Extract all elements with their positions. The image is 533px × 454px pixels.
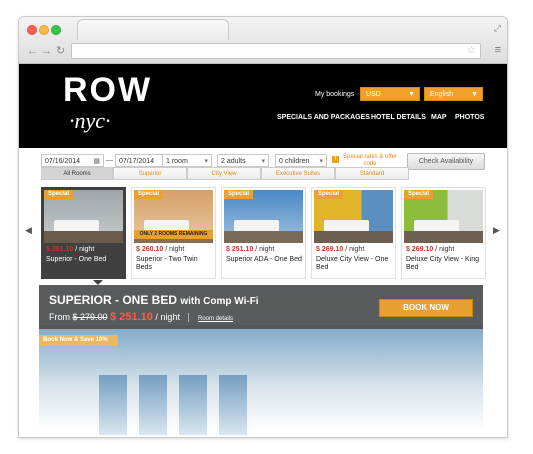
bookmark-star-icon[interactable]: ☆ bbox=[467, 44, 476, 58]
address-bar[interactable]: ☆ bbox=[71, 43, 481, 59]
carousel-next-icon[interactable]: ▶ bbox=[493, 225, 500, 236]
room-card-superior-one-bed[interactable]: Special $ 251.10 / night Superior - One … bbox=[41, 187, 126, 285]
adults-value: 2 adults bbox=[221, 158, 246, 165]
room-price: $ 269.10 / night bbox=[316, 246, 365, 253]
currency-value: USD bbox=[366, 91, 381, 98]
tab-superior[interactable]: Superior bbox=[113, 167, 187, 180]
room-type-tabs: All Rooms Superior City View Executive S… bbox=[41, 167, 412, 180]
special-badge: Special bbox=[134, 190, 164, 199]
currency-select[interactable]: USD ▼ bbox=[360, 87, 420, 101]
room-card-superior-two-twin[interactable]: Special ONLY 2 ROOMS REMAINING $ 260.10 … bbox=[131, 187, 216, 279]
tab-standard[interactable]: Standard bbox=[335, 167, 409, 180]
room-price: $ 251.10 / night bbox=[226, 246, 275, 253]
forward-arrow-icon[interactable]: → bbox=[41, 45, 52, 57]
site-header: ROW ·nyc· My bookings USD ▼ English ▼ SP… bbox=[19, 64, 507, 148]
room-card-deluxe-king[interactable]: Special $ 269.10 / night Deluxe City Vie… bbox=[401, 187, 486, 279]
children-value: 0 children bbox=[279, 158, 310, 165]
room-details-link[interactable]: Room details bbox=[198, 316, 233, 322]
date-separator: — bbox=[106, 157, 113, 164]
browser-tab[interactable] bbox=[77, 19, 229, 40]
close-window-button[interactable] bbox=[27, 25, 37, 35]
logo-row[interactable]: ROW bbox=[63, 72, 152, 108]
my-bookings-link[interactable]: My bookings bbox=[315, 91, 354, 98]
room-name: Superior ADA - One Bed bbox=[226, 256, 302, 263]
maximize-window-button[interactable] bbox=[51, 25, 61, 35]
special-rates-link[interactable]: Special rates & offer code bbox=[337, 154, 403, 168]
menu-icon[interactable]: ≡ bbox=[495, 43, 501, 57]
old-price: $ 279.00 bbox=[72, 312, 108, 322]
room-detail-panel: SUPERIOR - ONE BED with Comp Wi-Fi From … bbox=[39, 285, 483, 437]
room-card-superior-ada[interactable]: Special $ 251.10 / night Superior ADA - … bbox=[221, 187, 306, 279]
room-price: $ 260.10 / night bbox=[136, 246, 185, 253]
nav-hotel-details[interactable]: HOTEL DETAILS bbox=[371, 114, 426, 121]
room-summary-bar: SUPERIOR - ONE BED with Comp Wi-Fi From … bbox=[39, 285, 483, 329]
tab-all-rooms[interactable]: All Rooms bbox=[41, 167, 113, 180]
carousel-prev-icon[interactable]: ◀ bbox=[25, 225, 32, 236]
browser-window: ⤢ ← → ↻ ☆ ≡ ROW ·nyc· My bookings USD ▼ … bbox=[18, 16, 508, 438]
nav-map[interactable]: MAP bbox=[431, 114, 447, 121]
book-now-button[interactable]: BOOK NOW bbox=[379, 299, 473, 317]
room-card-deluxe-one-bed[interactable]: Special $ 269.10 / night Deluxe City Vie… bbox=[311, 187, 396, 279]
rooms-value: 1 room bbox=[166, 158, 188, 165]
save-ribbon: Book Now & Save 10% bbox=[39, 335, 118, 346]
room-price-line: From $ 279.00 $ 251.10 / night Room deta… bbox=[49, 311, 233, 323]
special-badge: Special bbox=[44, 190, 74, 199]
tab-city-view[interactable]: City View bbox=[187, 167, 261, 180]
reload-icon[interactable]: ↻ bbox=[56, 45, 65, 57]
checkout-value: 07/17/2014 bbox=[119, 158, 155, 165]
room-name: Deluxe City View - One Bed bbox=[316, 256, 389, 271]
minimize-window-button[interactable] bbox=[39, 25, 49, 35]
room-price: $ 251.10 / night bbox=[46, 246, 95, 253]
adults-select[interactable]: 2 adults ▾ bbox=[217, 154, 269, 167]
nav-specials[interactable]: SPECIALS AND PACKAGES bbox=[277, 114, 370, 121]
rooms-select[interactable]: 1 room ▾ bbox=[162, 154, 212, 167]
chevron-down-icon: ▼ bbox=[408, 91, 415, 98]
new-price: $ 251.10 bbox=[110, 311, 153, 323]
room-title: SUPERIOR - ONE BED with Comp Wi-Fi bbox=[49, 293, 259, 307]
room-name: Deluxe City View - King Bed bbox=[406, 256, 480, 271]
back-arrow-icon[interactable]: ← bbox=[27, 45, 38, 57]
checkin-value: 07/16/2014 bbox=[45, 158, 81, 165]
nav-photos[interactable]: PHOTOS bbox=[455, 114, 484, 121]
special-badge: Special bbox=[314, 190, 344, 199]
tab-executive-suites[interactable]: Executive Suites bbox=[261, 167, 335, 180]
expand-icon[interactable]: ⤢ bbox=[494, 23, 501, 34]
logo-nyc[interactable]: ·nyc· bbox=[69, 110, 111, 132]
children-select[interactable]: 0 children ▾ bbox=[275, 154, 327, 167]
room-name: Superior - Two Twin Beds bbox=[136, 256, 198, 271]
room-price: $ 269.10 / night bbox=[406, 246, 455, 253]
browser-chrome: ⤢ ← → ↻ ☆ ≡ bbox=[19, 17, 507, 64]
checkin-date-field[interactable]: 07/16/2014 ▦ bbox=[41, 154, 104, 167]
chevron-down-icon: ▼ bbox=[471, 91, 478, 98]
rooms-remaining-badge: ONLY 2 ROOMS REMAINING bbox=[134, 230, 213, 239]
check-availability-button[interactable]: Check Availability bbox=[407, 153, 485, 170]
special-badge: Special bbox=[404, 190, 434, 199]
language-value: English bbox=[430, 91, 453, 98]
special-badge: Special bbox=[224, 190, 254, 199]
room-carousel: ◀ ▶ Special $ 251.10 / night Superior - … bbox=[19, 187, 507, 285]
language-select[interactable]: English ▼ bbox=[424, 87, 483, 101]
room-name: Superior - One Bed bbox=[46, 256, 107, 263]
